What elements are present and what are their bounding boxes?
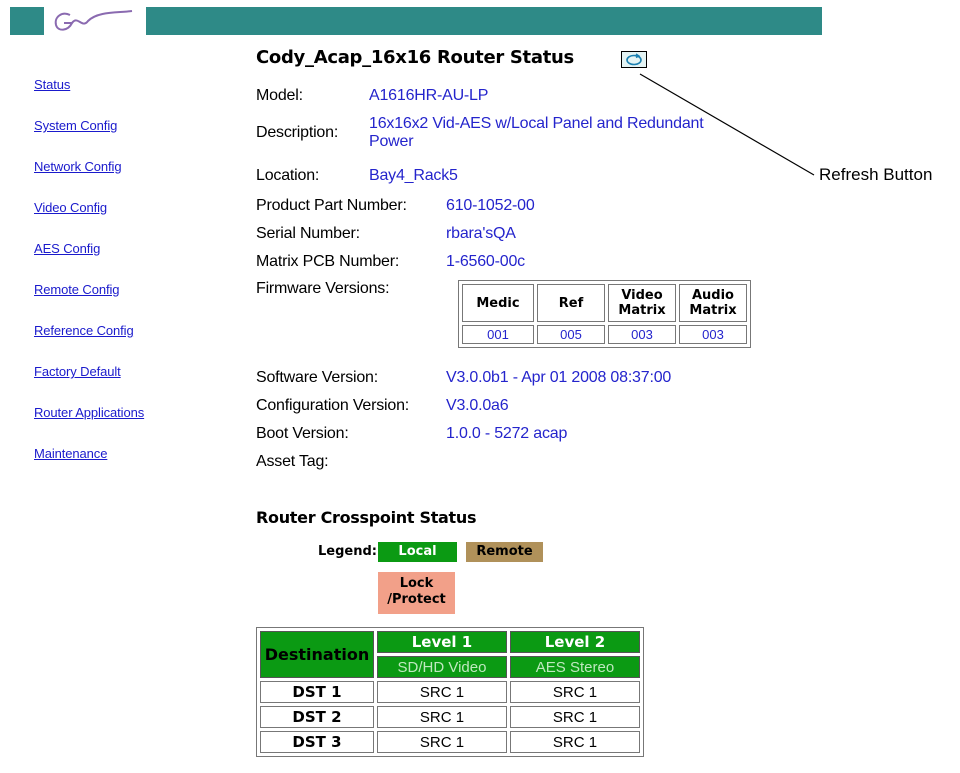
table-row: DST 3 SRC 1 SRC 1 — [260, 731, 640, 753]
location-value: Bay4_Rack5 — [369, 167, 458, 184]
destination-cell[interactable]: DST 3 — [260, 731, 374, 753]
software-version-value: V3.0.0b1 - Apr 01 2008 08:37:00 — [446, 369, 672, 386]
firmware-header-video-line1: Video — [621, 288, 663, 303]
source-cell[interactable]: SRC 1 — [377, 731, 507, 753]
description-value-line2: Power — [369, 133, 414, 150]
serial-number-label: Serial Number: — [256, 225, 360, 242]
firmware-value-audio-matrix: 003 — [679, 325, 747, 344]
source-cell[interactable]: SRC 1 — [510, 706, 640, 728]
asset-tag-label: Asset Tag: — [256, 453, 329, 470]
legend-remote: Remote — [466, 542, 543, 562]
legend-lock-line1: Lock — [399, 576, 434, 591]
firmware-label: Firmware Versions: — [256, 280, 390, 297]
model-label: Model: — [256, 87, 303, 104]
firmware-header-audio-line2: Matrix — [689, 303, 737, 318]
destination-cell[interactable]: DST 1 — [260, 681, 374, 703]
config-version-value: V3.0.0a6 — [446, 397, 509, 414]
table-row: DST 2 SRC 1 SRC 1 — [260, 706, 640, 728]
crosspoint-title: Router Crosspoint Status — [256, 508, 477, 527]
pcb-number-value: 1-6560-00c — [446, 253, 525, 270]
refresh-button-annotation: Refresh Button — [819, 165, 933, 184]
part-number-value: 610-1052-00 — [446, 197, 535, 214]
config-version-label: Configuration Version: — [256, 397, 410, 414]
serial-number-value: rbara'sQA — [446, 225, 516, 242]
software-version-label: Software Version: — [256, 369, 378, 386]
source-cell[interactable]: SRC 1 — [510, 731, 640, 753]
part-number-label: Product Part Number: — [256, 197, 407, 214]
legend-lock-protect: Lock /Protect — [378, 572, 455, 614]
firmware-header-audio-line1: Audio — [691, 288, 734, 303]
firmware-header-medic: Medic — [462, 284, 534, 322]
firmware-value-medic: 001 — [462, 325, 534, 344]
level-1-type: SD/HD Video — [377, 656, 507, 678]
level-2-header: Level 2 — [510, 631, 640, 653]
boot-version-value: 1.0.0 - 5272 acap — [446, 425, 568, 442]
legend-label: Legend: — [318, 544, 377, 559]
firmware-table: Medic Ref Video Matrix Audio Matrix 001 … — [458, 280, 751, 348]
crosspoint-table: Destination Level 1 Level 2 SD/HD Video … — [256, 627, 644, 757]
legend-lock-line2: /Protect — [387, 592, 446, 607]
table-row: DST 1 SRC 1 SRC 1 — [260, 681, 640, 703]
firmware-header-ref: Ref — [537, 284, 605, 322]
firmware-header-video-line2: Matrix — [618, 303, 666, 318]
firmware-value-ref: 005 — [537, 325, 605, 344]
boot-version-label: Boot Version: — [256, 425, 349, 442]
model-value: A1616HR-AU-LP — [369, 87, 489, 104]
level-1-header: Level 1 — [377, 631, 507, 653]
firmware-header-video-matrix: Video Matrix — [608, 284, 676, 322]
destination-cell[interactable]: DST 2 — [260, 706, 374, 728]
legend-local: Local — [378, 542, 457, 562]
firmware-value-video-matrix: 003 — [608, 325, 676, 344]
source-cell[interactable]: SRC 1 — [510, 681, 640, 703]
firmware-header-audio-matrix: Audio Matrix — [679, 284, 747, 322]
location-label: Location: — [256, 167, 320, 184]
level-2-type: AES Stereo — [510, 656, 640, 678]
destination-header: Destination — [260, 631, 374, 678]
pcb-number-label: Matrix PCB Number: — [256, 253, 400, 270]
source-cell[interactable]: SRC 1 — [377, 681, 507, 703]
description-label: Description: — [256, 124, 339, 141]
source-cell[interactable]: SRC 1 — [377, 706, 507, 728]
description-value-line1: 16x16x2 Vid-AES w/Local Panel and Redund… — [369, 115, 704, 132]
